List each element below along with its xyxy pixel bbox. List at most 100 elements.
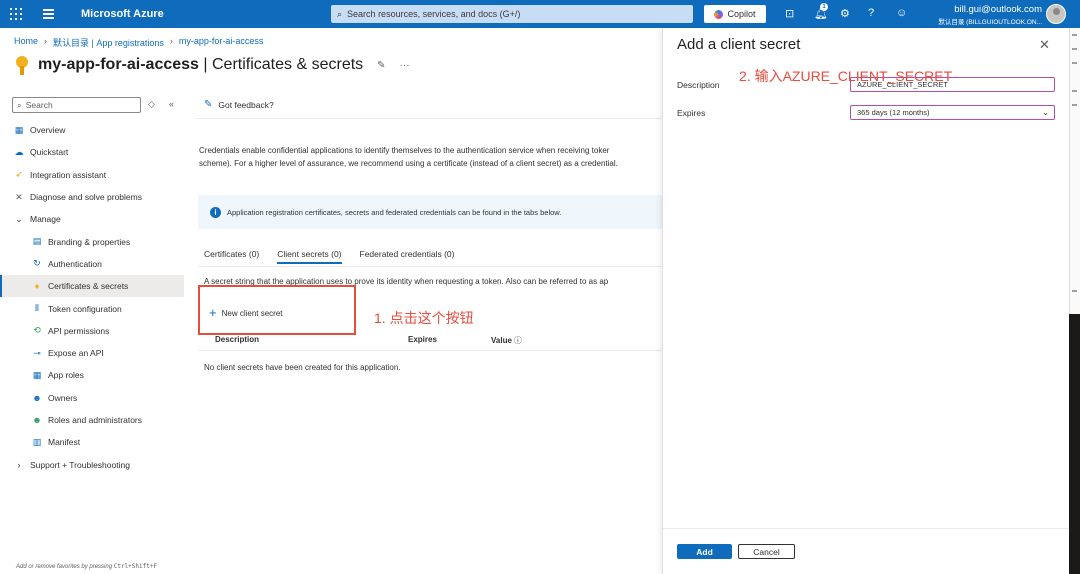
column-value-label: Value — [491, 336, 512, 345]
sidebar-item-label: Certificates & secrets — [48, 281, 129, 292]
cloud-icon: ⊸ — [33, 347, 41, 358]
page-title-section: | Certificates & secrets — [198, 56, 364, 73]
avatar[interactable] — [1046, 4, 1066, 24]
app-roles-icon: ▦ — [32, 369, 42, 380]
info-icon[interactable]: ⓘ — [514, 335, 522, 346]
sidebar-item-app-roles[interactable]: ▦ App roles — [0, 364, 184, 386]
menu-icon[interactable] — [43, 9, 54, 19]
page-title-app: my-app-for-ai-access — [38, 56, 199, 73]
sidebar-item-expose-an-api[interactable]: ⊸ Expose an API — [0, 342, 184, 364]
sidebar-item-branding-properties[interactable]: ▤ Branding & properties — [0, 230, 184, 252]
copilot-button[interactable]: Copilot — [704, 5, 766, 23]
sidebar-item-quickstart[interactable]: ☁ Quickstart — [0, 141, 184, 163]
sidebar-item-certificates-secrets[interactable]: ♦ Certificates & secrets — [0, 275, 184, 298]
expand-all-icon[interactable]: ◇ — [148, 99, 155, 110]
manifest-icon: ▥ — [32, 436, 42, 447]
edge-mark — [1072, 290, 1077, 292]
sidebar-item-authentication[interactable]: ↻ Authentication — [0, 253, 184, 275]
app-launcher-icon[interactable] — [10, 8, 22, 20]
sidebar-search-placeholder: Search — [25, 100, 53, 110]
column-description: Description — [215, 335, 260, 344]
sidebar-item-owners[interactable]: ☻ Owners — [0, 387, 184, 409]
user-tenant: 默认目录 (BILLGUIOUTLOOK.ON... — [938, 19, 1042, 26]
empty-state-message: No client secrets have been created for … — [204, 363, 401, 372]
owners-icon: ☻ — [32, 392, 42, 403]
tab-certificates[interactable]: Certificates (0) — [204, 249, 259, 264]
copilot-icon — [714, 9, 724, 19]
wrench-icon: ✕ — [15, 191, 23, 202]
credential-tabs: Certificates (0) Client secrets (0) Fede… — [204, 249, 454, 264]
sidebar-item-support-troubleshooting[interactable]: › Support + Troubleshooting — [0, 453, 184, 475]
key-icon: ♦ — [34, 281, 40, 292]
sidebar-item-label: Branding & properties — [48, 236, 131, 247]
breadcrumb-home[interactable]: Home — [14, 36, 38, 49]
user-email: bill.gui@outlook.com — [954, 4, 1042, 15]
feedback-icon[interactable]: ☺ — [896, 7, 907, 19]
tab-federated-credentials[interactable]: Federated credentials (0) — [360, 249, 455, 264]
breadcrumb-app[interactable]: my-app-for-ai-access — [179, 36, 264, 49]
sidebar-item-label: App roles — [48, 370, 84, 381]
chevron-down-icon: ⌄ — [1042, 108, 1049, 117]
notification-badge: 1 — [820, 3, 828, 11]
sidebar-item-label: Support + Troubleshooting — [30, 459, 130, 470]
sidebar-item-api-permissions[interactable]: ⟲ API permissions — [0, 320, 184, 342]
overview-icon: ▦ — [14, 124, 24, 135]
table-divider — [198, 350, 662, 351]
sidebar-item-token-configuration[interactable]: ⦀ Token configuration — [0, 297, 184, 319]
page-header: my-app-for-ai-access | Certificates & se… — [14, 54, 410, 76]
api-permissions-icon: ⟲ — [33, 325, 41, 336]
edge-mark — [1072, 90, 1077, 92]
quickstart-icon: ☁ — [14, 146, 24, 157]
new-client-secret-button[interactable]: + New client secret — [209, 306, 283, 319]
sidebar-item-label: Owners — [48, 392, 78, 403]
sidebar-item-label: API permissions — [48, 325, 110, 336]
sidebar-footer-hint: Add or remove favorites by pressing Ctrl… — [16, 563, 157, 570]
account-menu[interactable]: bill.gui@outlook.com 默认目录 (BILLGUIOUTLOO… — [938, 4, 1042, 26]
sidebar-item-integration-assistant[interactable]: ➶ Integration assistant — [0, 164, 184, 186]
expires-value: 365 days (12 months) — [857, 108, 930, 117]
panel-title: Add a client secret — [677, 36, 801, 53]
edge-mark — [1072, 104, 1077, 106]
annotation-step-1: 1. 点击这个按钮 — [374, 310, 474, 326]
info-icon: i — [210, 206, 221, 218]
cancel-button[interactable]: Cancel — [738, 544, 795, 559]
pin-icon[interactable]: ✎ — [377, 60, 385, 71]
close-icon[interactable]: ✕ — [1039, 37, 1050, 53]
gear-icon[interactable]: ⚙ — [840, 7, 850, 20]
sidebar-search-input[interactable]: ⌕ Search — [12, 97, 141, 113]
edge-mark — [1072, 34, 1077, 36]
more-options-icon[interactable]: ··· — [400, 60, 410, 71]
sidebar-nav: ▦ Overview ☁ Quickstart ➶ Integration assista… — [0, 119, 184, 476]
search-icon: ⌕ — [17, 99, 22, 110]
authentication-icon: ↻ — [33, 258, 41, 269]
cloud-shell-icon[interactable]: ⊡ — [785, 7, 794, 20]
edge-mark — [1072, 48, 1077, 50]
expires-select[interactable]: 365 days (12 months) ⌄ — [850, 105, 1055, 120]
collapse-sidebar-icon[interactable]: « — [169, 99, 174, 110]
sidebar-item-overview[interactable]: ▦ Overview — [0, 119, 184, 141]
tab-client-secrets[interactable]: Client secrets (0) — [277, 249, 342, 264]
sidebar-item-roles-and-administrators[interactable]: ☻ Roles and administrators — [0, 409, 184, 431]
global-search-input[interactable]: ⌕ Search resources, services, and docs (… — [331, 5, 693, 23]
key-icon — [14, 54, 30, 76]
sidebar-item-manifest[interactable]: ▥ Manifest — [0, 431, 184, 453]
breadcrumb-app-registrations[interactable]: 默认目录 | App registrations — [53, 36, 164, 49]
sidebar-item-manage[interactable]: ⌄ Manage — [0, 208, 184, 230]
sidebar-item-label: Manage — [30, 214, 61, 225]
feedback-button[interactable]: ✎ Got feedback? — [204, 99, 274, 110]
sidebar-footer-keys: Ctrl+Shift+F — [113, 563, 158, 570]
sidebar-item-diagnose-and-solve-problems[interactable]: ✕ Diagnose and solve problems — [0, 186, 184, 208]
info-banner-text: Application registration certificates, s… — [227, 207, 562, 217]
info-banner: i Application registration certificates,… — [198, 195, 662, 229]
help-icon[interactable]: ? — [868, 7, 874, 19]
global-search-placeholder: Search resources, services, and docs (G+… — [347, 9, 521, 19]
sidebar-item-label: Overview — [30, 125, 66, 136]
add-client-secret-panel: Add a client secret ✕ Description AZURE_… — [662, 28, 1069, 574]
credentials-description: Credentials enable confidential applicat… — [199, 146, 618, 168]
chevron-right-icon: › — [44, 36, 48, 46]
rocket-icon: ➶ — [15, 169, 23, 180]
chevron-down-icon: ⌄ — [15, 213, 23, 224]
brand-name[interactable]: Microsoft Azure — [81, 8, 164, 20]
column-value: Value ⓘ — [491, 335, 522, 346]
add-button[interactable]: Add — [677, 544, 732, 559]
